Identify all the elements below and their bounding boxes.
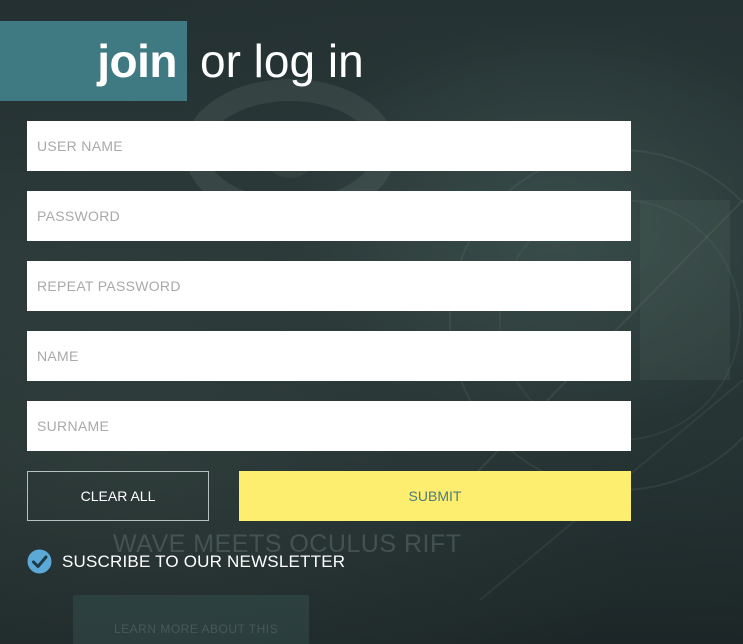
password-input[interactable]	[27, 191, 631, 241]
submit-button[interactable]: SUBMIT	[239, 471, 631, 521]
newsletter-label: SUSCRIBE TO OUR NEWSLETTER	[62, 551, 346, 571]
form-header: join or log in	[0, 21, 364, 101]
login-link[interactable]: or log in	[200, 34, 364, 88]
join-label: join	[97, 35, 177, 87]
join-tab[interactable]: join	[0, 21, 187, 101]
background-button	[73, 595, 309, 644]
name-input[interactable]	[27, 331, 631, 381]
checkmark-icon	[27, 549, 52, 574]
surname-input[interactable]	[27, 401, 631, 451]
username-input[interactable]	[27, 121, 631, 171]
repeat-password-input[interactable]	[27, 261, 631, 311]
newsletter-checkbox[interactable]: SUSCRIBE TO OUR NEWSLETTER	[27, 549, 345, 574]
background-button-label: LEARN MORE ABOUT THIS	[114, 622, 279, 636]
clear-all-button[interactable]: CLEAR ALL	[27, 471, 209, 521]
